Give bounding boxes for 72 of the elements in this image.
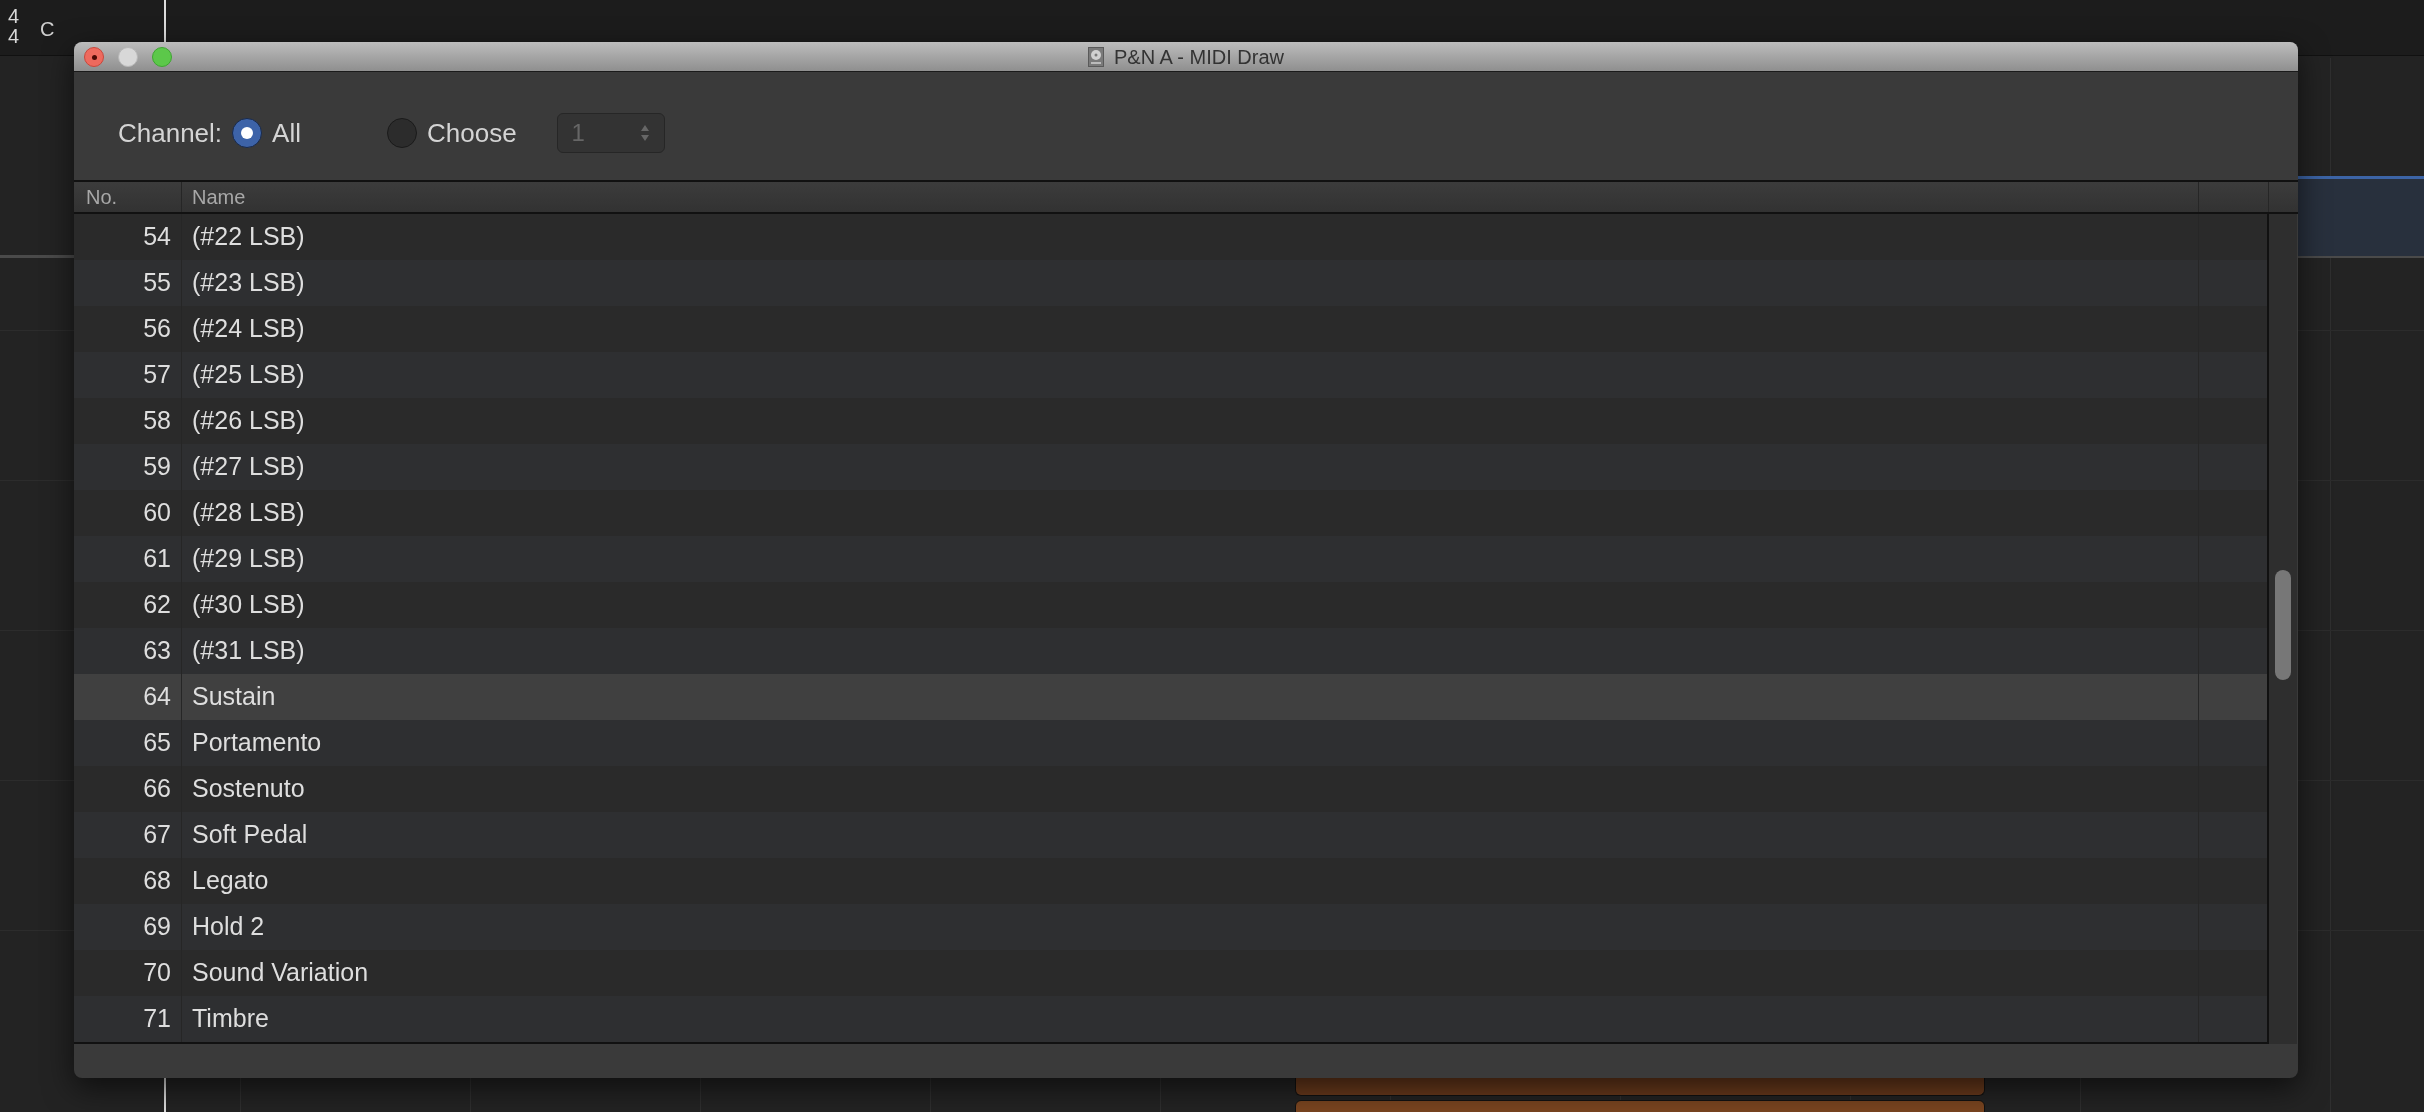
name-cell-text: Portamento [192,727,322,759]
channel-radio[interactable]: Choose [387,113,517,153]
column-header[interactable]: No. [74,182,182,212]
table-row[interactable]: 66 Sostenuto [74,766,2267,812]
midi-region[interactable] [1295,1078,1985,1096]
minimize-button[interactable] [118,47,138,67]
number-cell-text: 62 [143,589,171,621]
table-row[interactable]: 70 Sound Variation [74,950,2267,996]
window-title: P&N A - MIDI Draw [1114,44,1284,70]
name-cell-text: Legato [192,865,269,897]
number-cell-text: 65 [143,727,171,759]
table-row[interactable]: 61 (#29 LSB) [74,536,2267,582]
table-row[interactable]: 62 (#30 LSB) [74,582,2267,628]
table-row[interactable]: 57 (#25 LSB) [74,352,2267,398]
table-row[interactable]: 55 (#23 LSB) [74,260,2267,306]
name-cell-text: Hold 2 [192,911,265,943]
name-cell-text: (#22 LSB) [192,221,305,253]
name-cell-text: (#29 LSB) [192,543,305,575]
table-row[interactable]: 71 Timbre [74,996,2267,1042]
name-cell-text: Sostenuto [192,773,305,805]
name-cell-text: (#24 LSB) [192,313,305,345]
number-cell-text: 54 [143,221,171,253]
table-row[interactable]: 68 Legato [74,858,2267,904]
scrollbar-thumb[interactable] [2275,570,2291,680]
name-cell-text: (#27 LSB) [192,451,305,483]
key-signature: C [40,17,55,42]
table-row[interactable]: 56 (#24 LSB) [74,306,2267,352]
name-cell-text: (#25 LSB) [192,359,305,391]
name-cell-text: Sustain [192,681,276,713]
name-cell-text: (#30 LSB) [192,589,305,621]
table-row[interactable]: 54 (#22 LSB) [74,214,2267,260]
name-cell-text: (#23 LSB) [192,267,305,299]
number-cell-text: 63 [143,635,171,667]
table-row[interactable]: 58 (#26 LSB) [74,398,2267,444]
time-signature-top: 4 [8,6,20,26]
channel-radio[interactable]: All [232,113,301,153]
number-cell-text: 58 [143,405,171,437]
close-icon [91,54,97,60]
number-cell-text: 66 [143,773,171,805]
name-cell-text: Soft Pedal [192,819,308,851]
name-cell-text: Timbre [192,1003,269,1035]
number-cell-text: 55 [143,267,171,299]
track-region[interactable] [2298,176,2424,256]
table-row[interactable]: 64 Sustain [74,674,2267,720]
number-cell-text: 70 [143,957,171,989]
number-cell-text: 59 [143,451,171,483]
close-button[interactable] [84,47,104,67]
table-row[interactable]: 60 (#28 LSB) [74,490,2267,536]
number-cell-text: 56 [143,313,171,345]
project-document-icon [1088,46,1104,67]
number-cell-text: 68 [143,865,171,897]
table-row[interactable]: 63 (#31 LSB) [74,628,2267,674]
number-cell-text: 69 [143,911,171,943]
table-row[interactable]: 69 Hold 2 [74,904,2267,950]
number-cell-text: 60 [143,497,171,529]
number-cell-text: 64 [143,681,171,713]
table-row[interactable]: 59 (#27 LSB) [74,444,2267,490]
number-cell-text: 67 [143,819,171,851]
table-row[interactable]: 67 Soft Pedal [74,812,2267,858]
name-cell-text: (#28 LSB) [192,497,305,529]
number-cell-text: 61 [143,543,171,575]
name-cell-text: Sound Variation [192,957,369,989]
table-row[interactable]: 65 Portamento [74,720,2267,766]
zoom-button[interactable] [152,47,172,67]
stepper-arrows-icon [639,124,650,142]
time-signature-bottom: 4 [8,26,20,46]
number-cell-text: 71 [143,1003,171,1035]
column-header[interactable]: Name [182,182,2199,212]
channel-label: Channel: [118,116,223,150]
number-cell-text: 57 [143,359,171,391]
name-cell-text: (#31 LSB) [192,635,305,667]
name-cell-text: (#26 LSB) [192,405,305,437]
